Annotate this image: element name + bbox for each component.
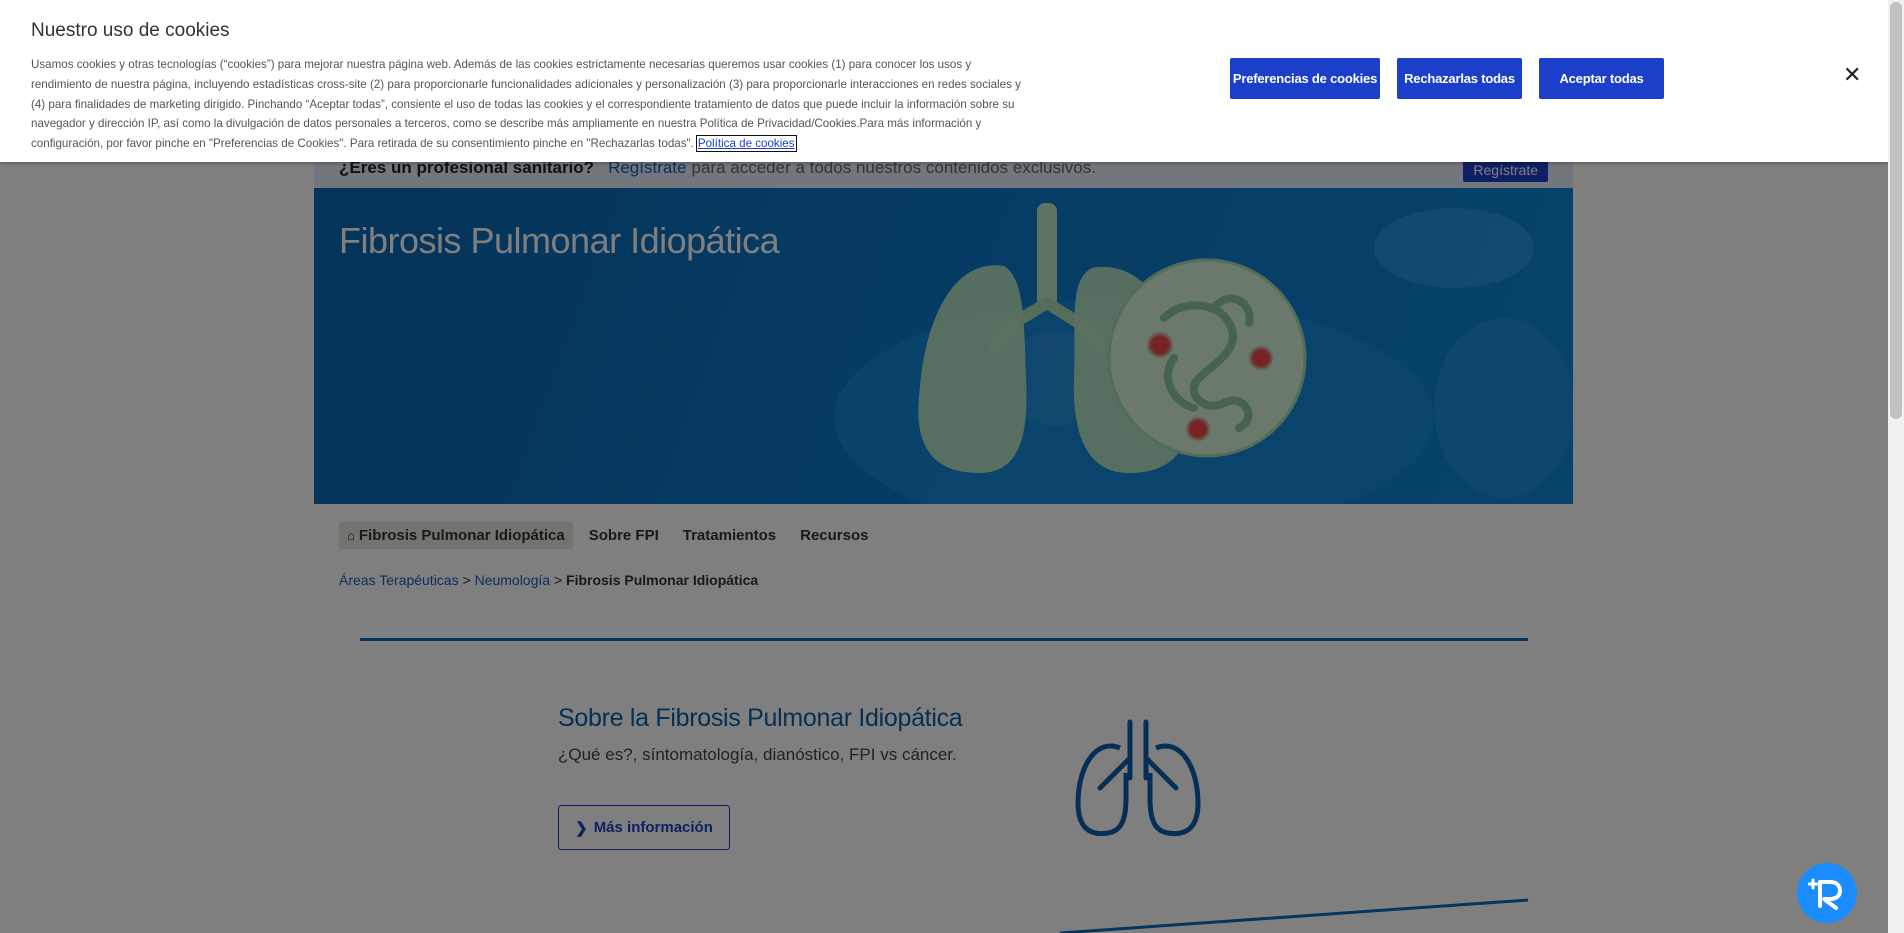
cookie-text: Usamos cookies y otras tecnologías (“coo… <box>31 55 1021 154</box>
reject-all-button[interactable]: Rechazarlas todas <box>1397 58 1522 99</box>
cookie-policy-link[interactable]: Política de cookies <box>695 135 797 153</box>
chat-bot-icon[interactable] <box>1797 863 1857 923</box>
cookie-preferences-button[interactable]: Preferencias de cookies <box>1230 58 1380 99</box>
accept-all-button[interactable]: Aceptar todas <box>1539 58 1664 99</box>
cookie-title: Nuestro uso de cookies <box>31 20 230 41</box>
cookie-banner: Nuestro uso de cookies Usamos cookies y … <box>0 0 1888 162</box>
scrollbar-thumb[interactable] <box>1890 2 1902 419</box>
cookie-body: Usamos cookies y otras tecnologías (“coo… <box>31 58 1021 151</box>
close-icon[interactable]: ✕ <box>1843 64 1861 86</box>
